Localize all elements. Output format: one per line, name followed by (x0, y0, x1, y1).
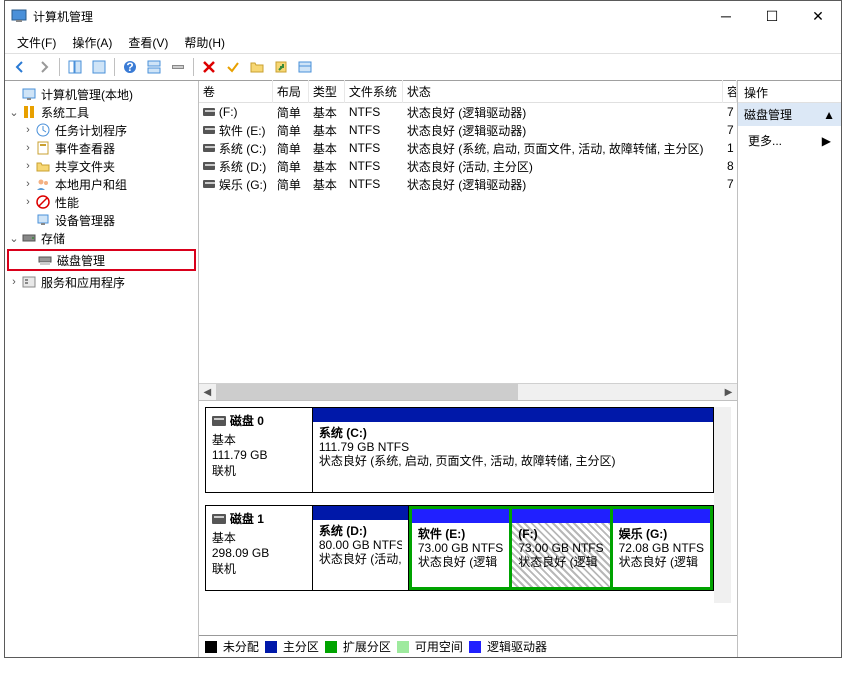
disk1-partition-d[interactable]: 系统 (D:) 80.00 GB NTFS 状态良好 (活动, (313, 506, 409, 590)
scroll-track[interactable] (216, 384, 720, 400)
tree-storage[interactable]: ⌄存储 (7, 229, 196, 247)
back-button[interactable] (9, 56, 31, 78)
disk0-partitions: 系统 (C:) 111.79 GB NTFS 状态良好 (系统, 启动, 页面文… (313, 407, 714, 493)
disk-management-pane: 卷 布局 类型 文件系统 状态 容 (F:)简单基本NTFS状态良好 (逻辑驱动… (199, 81, 738, 657)
menu-help[interactable]: 帮助(H) (178, 32, 231, 53)
folder-button[interactable] (246, 56, 268, 78)
svg-text:?: ? (126, 60, 133, 74)
chevron-right-icon: ▶ (822, 134, 831, 148)
properties-button[interactable] (88, 56, 110, 78)
col-layout[interactable]: 布局 (273, 80, 309, 103)
volume-row[interactable]: 娱乐 (G:)简单基本NTFS状态良好 (逻辑驱动器)7 (199, 175, 737, 193)
tree-shared-folders[interactable]: ›共享文件夹 (7, 157, 196, 175)
col-status[interactable]: 状态 (403, 80, 723, 103)
actions-context[interactable]: 磁盘管理▲ (738, 103, 841, 126)
menu-action[interactable]: 操作(A) (66, 32, 118, 53)
list-button[interactable] (294, 56, 316, 78)
volume-row[interactable]: 软件 (E:)简单基本NTFS状态良好 (逻辑驱动器)7 (199, 121, 737, 139)
check-button[interactable] (222, 56, 244, 78)
menu-view[interactable]: 查看(V) (122, 32, 174, 53)
delete-button[interactable] (198, 56, 220, 78)
window-title: 计算机管理 (33, 8, 703, 25)
volume-hscrollbar[interactable]: ◀ ▶ (199, 383, 737, 400)
disk-icon (212, 514, 226, 524)
show-hide-tree-button[interactable] (64, 56, 86, 78)
menubar: 文件(F) 操作(A) 查看(V) 帮助(H) (5, 31, 841, 53)
col-type[interactable]: 类型 (309, 80, 345, 103)
swatch-unallocated (205, 641, 217, 653)
arrow-button[interactable] (270, 56, 292, 78)
disk1-partition-e[interactable]: 软件 (E:) 73.00 GB NTFS 状态良好 (逻辑 (412, 509, 512, 587)
disk0-partition-c[interactable]: 系统 (C:) 111.79 GB NTFS 状态良好 (系统, 启动, 页面文… (313, 408, 713, 492)
disk1-partition-f[interactable]: (F:) 73.00 GB NTFS 状态良好 (逻辑 (512, 509, 612, 587)
minimize-button[interactable]: ─ (703, 1, 749, 31)
scroll-right-icon[interactable]: ▶ (720, 384, 737, 401)
collapse-icon[interactable]: ▲ (823, 108, 835, 122)
tree-event-viewer[interactable]: ›事件查看器 (7, 139, 196, 157)
volume-list[interactable]: (F:)简单基本NTFS状态良好 (逻辑驱动器)7软件 (E:)简单基本NTFS… (199, 103, 737, 383)
settings-button[interactable] (167, 56, 189, 78)
volume-row[interactable]: 系统 (C:)简单基本NTFS状态良好 (系统, 启动, 页面文件, 活动, 故… (199, 139, 737, 157)
computer-management-window: 计算机管理 ─ ☐ ✕ 文件(F) 操作(A) 查看(V) 帮助(H) ? 计算… (4, 0, 842, 658)
disk-graphical-view[interactable]: 磁盘 0 基本 111.79 GB 联机 系统 (C:) 111.79 GB N… (199, 400, 737, 635)
disk-row-1[interactable]: 磁盘 1 基本 298.09 GB 联机 系统 (D:) 80.00 GB NT… (205, 505, 714, 591)
tree-system-tools[interactable]: ⌄系统工具 (7, 103, 196, 121)
help-button[interactable]: ? (119, 56, 141, 78)
swatch-extended (325, 641, 337, 653)
disk1-partitions: 系统 (D:) 80.00 GB NTFS 状态良好 (活动, 软件 (E:) (313, 505, 714, 591)
content-area: 卷 布局 类型 文件系统 状态 容 (F:)简单基本NTFS状态良好 (逻辑驱动… (199, 81, 841, 657)
tree-local-users[interactable]: ›本地用户和组 (7, 175, 196, 193)
disk-vscrollbar[interactable] (714, 407, 731, 603)
volume-row[interactable]: (F:)简单基本NTFS状态良好 (逻辑驱动器)7 (199, 103, 737, 121)
disk1-info[interactable]: 磁盘 1 基本 298.09 GB 联机 (205, 505, 313, 591)
tree-root[interactable]: 计算机管理(本地) (7, 85, 196, 103)
main-area: 计算机管理(本地) ⌄系统工具 ›任务计划程序 ›事件查看器 ›共享文件夹 ›本… (5, 81, 841, 657)
volume-icon (203, 162, 215, 170)
titlebar[interactable]: 计算机管理 ─ ☐ ✕ (5, 1, 841, 31)
volume-row[interactable]: 系统 (D:)简单基本NTFS状态良好 (活动, 主分区)8 (199, 157, 737, 175)
app-icon (11, 8, 27, 24)
col-filesystem[interactable]: 文件系统 (345, 80, 403, 103)
menu-file[interactable]: 文件(F) (11, 32, 62, 53)
swatch-primary (265, 641, 277, 653)
volume-icon (203, 126, 215, 134)
layout-button[interactable] (143, 56, 165, 78)
disk-icon (212, 416, 226, 426)
tree-disk-management[interactable]: 磁盘管理 (7, 249, 196, 271)
tree-services-apps[interactable]: ›服务和应用程序 (7, 273, 196, 291)
disk-row-0[interactable]: 磁盘 0 基本 111.79 GB 联机 系统 (C:) 111.79 GB N… (205, 407, 714, 493)
disk0-info[interactable]: 磁盘 0 基本 111.79 GB 联机 (205, 407, 313, 493)
volume-icon (203, 144, 215, 152)
scroll-left-icon[interactable]: ◀ (199, 384, 216, 401)
toolbar: ? (5, 53, 841, 81)
volume-list-header[interactable]: 卷 布局 类型 文件系统 状态 容 (199, 81, 737, 103)
maximize-button[interactable]: ☐ (749, 1, 795, 31)
actions-more[interactable]: 更多...▶ (748, 130, 831, 151)
close-button[interactable]: ✕ (795, 1, 841, 31)
navigation-tree[interactable]: 计算机管理(本地) ⌄系统工具 ›任务计划程序 ›事件查看器 ›共享文件夹 ›本… (5, 81, 199, 657)
actions-header: 操作 (738, 81, 841, 103)
swatch-free (397, 641, 409, 653)
col-capacity[interactable]: 容 (723, 80, 737, 103)
actions-pane: 操作 磁盘管理▲ 更多...▶ (738, 81, 841, 657)
tree-device-manager[interactable]: 设备管理器 (7, 211, 196, 229)
col-volume[interactable]: 卷 (199, 80, 273, 103)
volume-icon (203, 180, 215, 188)
disk1-partition-g[interactable]: 娱乐 (G:) 72.08 GB NTFS 状态良好 (逻辑 (613, 509, 710, 587)
swatch-logical (469, 641, 481, 653)
tree-performance[interactable]: ›性能 (7, 193, 196, 211)
tree-task-scheduler[interactable]: ›任务计划程序 (7, 121, 196, 139)
legend: 未分配 主分区 扩展分区 可用空间 逻辑驱动器 (199, 635, 737, 657)
forward-button[interactable] (33, 56, 55, 78)
volume-icon (203, 108, 215, 116)
scroll-thumb[interactable] (216, 384, 518, 400)
